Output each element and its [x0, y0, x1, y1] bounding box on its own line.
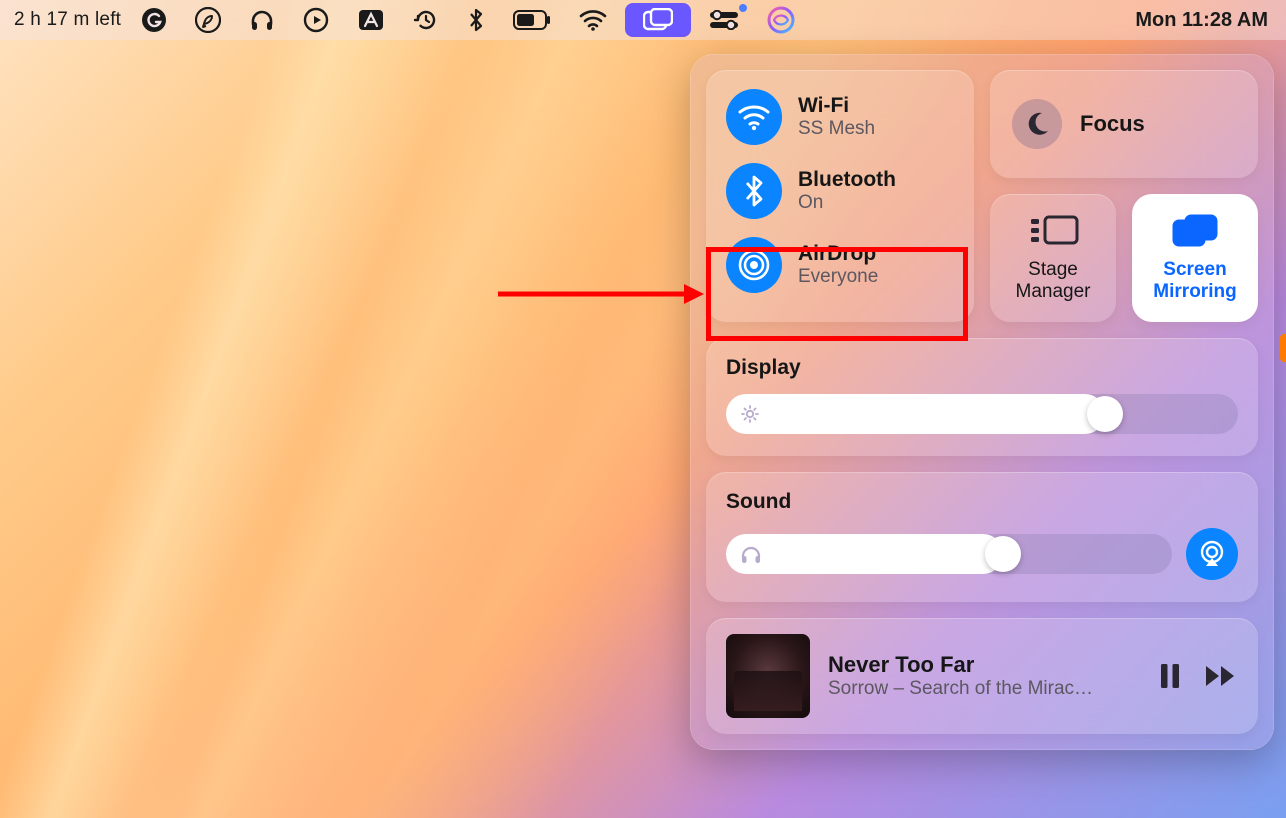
bluetooth-icon [726, 163, 782, 219]
menubar-clock[interactable]: Mon 11:28 AM [1121, 9, 1268, 32]
now-playing-title: Never Too Far [828, 652, 1140, 678]
play-circle-icon[interactable] [289, 0, 343, 40]
screen-mirroring-toggle[interactable]: Screen Mirroring [1132, 194, 1258, 322]
sound-slider-knob[interactable] [985, 536, 1021, 572]
keyboard-input-icon[interactable] [343, 0, 399, 40]
airdrop-icon [726, 237, 782, 293]
airdrop-sub: Everyone [798, 266, 878, 289]
headphones-icon[interactable] [235, 0, 289, 40]
wifi-menubar-icon[interactable] [565, 0, 621, 40]
screen-mirroring-menubar-icon[interactable] [625, 3, 691, 37]
headphones-small-icon [740, 544, 762, 564]
airplay-icon [1197, 539, 1227, 569]
moon-icon [1012, 99, 1062, 149]
battery-time-text: 2 h 17 m left [14, 0, 127, 40]
control-center-panel: Wi-Fi SS Mesh Bluetooth On AirDrop [690, 54, 1274, 750]
bluetooth-title: Bluetooth [798, 168, 896, 192]
stage-manager-icon [1027, 213, 1079, 249]
menubar: 2 h 17 m left [0, 0, 1286, 40]
wifi-title: Wi-Fi [798, 94, 875, 118]
airplay-audio-button[interactable] [1186, 528, 1238, 580]
now-playing-card[interactable]: Never Too Far Sorrow – Search of the Mir… [706, 618, 1258, 734]
siri-icon[interactable] [753, 0, 809, 40]
timemachine-icon[interactable] [399, 0, 453, 40]
battery-menubar-icon[interactable] [499, 0, 565, 40]
screen-mirroring-label: Screen Mirroring [1153, 259, 1236, 303]
sound-card: Sound [706, 472, 1258, 602]
bluetooth-menubar-icon[interactable] [453, 0, 499, 40]
pause-button[interactable] [1158, 662, 1182, 690]
sun-icon [740, 404, 760, 424]
focus-toggle[interactable]: Focus [990, 70, 1258, 178]
highlight-arrow [498, 282, 706, 306]
display-title: Display [726, 356, 1238, 380]
rocket-icon[interactable] [181, 0, 235, 40]
airdrop-toggle[interactable]: AirDrop Everyone [720, 228, 960, 302]
airdrop-title: AirDrop [798, 242, 878, 266]
sound-title: Sound [726, 490, 1238, 514]
sound-volume-slider[interactable] [726, 534, 1172, 574]
window-edge-accent [1280, 334, 1286, 362]
wifi-toggle[interactable]: Wi-Fi SS Mesh [720, 80, 960, 154]
display-slider-knob[interactable] [1087, 396, 1123, 432]
control-center-menubar-icon[interactable] [695, 0, 753, 40]
stage-manager-label: Stage Manager [1016, 259, 1091, 303]
bluetooth-toggle[interactable]: Bluetooth On [720, 154, 960, 228]
next-track-button[interactable] [1204, 664, 1238, 688]
wifi-sub: SS Mesh [798, 118, 875, 141]
now-playing-subtitle: Sorrow – Search of the Mirac… [828, 678, 1140, 700]
display-card: Display [706, 338, 1258, 456]
display-brightness-slider[interactable] [726, 394, 1238, 434]
focus-label: Focus [1080, 111, 1145, 137]
bluetooth-sub: On [798, 192, 896, 215]
connectivity-card: Wi-Fi SS Mesh Bluetooth On AirDrop [706, 70, 974, 322]
wifi-icon [726, 89, 782, 145]
screen-mirroring-icon [1172, 213, 1218, 249]
album-art [726, 634, 810, 718]
stage-manager-toggle[interactable]: Stage Manager [990, 194, 1116, 322]
grammarly-icon[interactable] [127, 0, 181, 40]
